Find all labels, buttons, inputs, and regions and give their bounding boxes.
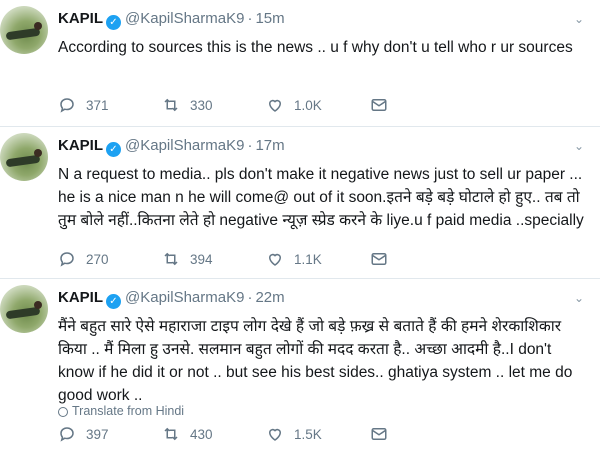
like-icon bbox=[268, 99, 282, 112]
tweet-text: N a request to media.. pls don't make it… bbox=[58, 166, 584, 229]
display-name[interactable]: KAPIL bbox=[58, 289, 103, 306]
avatar[interactable] bbox=[0, 285, 48, 333]
avatar[interactable] bbox=[0, 6, 48, 54]
avatar[interactable] bbox=[0, 133, 48, 181]
display-name[interactable]: KAPIL bbox=[58, 137, 103, 154]
tweet-text: According to sources this is the news ..… bbox=[58, 39, 573, 56]
message-icon bbox=[371, 253, 387, 265]
message-icon bbox=[371, 428, 387, 440]
tweet-header: KAPIL ✓ @KapilSharmaK9 · 15m bbox=[58, 10, 285, 30]
chevron-down-icon[interactable]: ⌄ bbox=[572, 139, 586, 153]
verified-badge-icon: ✓ bbox=[106, 15, 121, 30]
retweet-count: 394 bbox=[190, 251, 213, 267]
tweet[interactable]: KAPIL ✓ @KapilSharmaK9 · 17m ⌄ N a request t… bbox=[0, 127, 600, 279]
retweet-icon bbox=[164, 252, 178, 266]
like-button[interactable]: 1.5K bbox=[266, 425, 370, 443]
timestamp[interactable]: 22m bbox=[255, 289, 284, 306]
timestamp[interactable]: 17m bbox=[255, 137, 284, 154]
verified-badge-icon: ✓ bbox=[106, 294, 121, 309]
retweet-icon bbox=[164, 427, 178, 441]
tweet-header: KAPIL ✓ @KapilSharmaK9 · 17m bbox=[58, 137, 285, 157]
tweet[interactable]: KAPIL ✓ @KapilSharmaK9 · 15m ⌄ According to … bbox=[0, 0, 600, 127]
separator-dot: · bbox=[247, 10, 253, 27]
message-button[interactable] bbox=[370, 425, 474, 443]
reply-button[interactable]: 270 bbox=[58, 250, 162, 268]
retweet-count: 430 bbox=[190, 426, 213, 442]
user-handle[interactable]: @KapilSharmaK9 bbox=[125, 137, 244, 154]
tweet-actions: 270 394 1.1K bbox=[58, 249, 474, 269]
translate-label: Translate from Hindi bbox=[72, 404, 185, 418]
like-icon bbox=[268, 253, 282, 266]
reply-icon bbox=[60, 427, 74, 442]
display-name[interactable]: KAPIL bbox=[58, 10, 103, 27]
retweet-button[interactable]: 394 bbox=[162, 250, 266, 268]
tweet[interactable]: KAPIL ✓ @KapilSharmaK9 · 22m ⌄ मैंने बहुत सा… bbox=[0, 279, 600, 450]
chevron-down-icon[interactable]: ⌄ bbox=[572, 291, 586, 305]
tweet-actions: 397 430 1.5K bbox=[58, 424, 474, 444]
retweet-icon bbox=[164, 98, 178, 112]
translate-link[interactable]: Translate from Hindi bbox=[58, 404, 184, 418]
tweet-header: KAPIL ✓ @KapilSharmaK9 · 22m bbox=[58, 289, 285, 309]
reply-icon bbox=[60, 98, 74, 113]
like-count: 1.0K bbox=[294, 97, 322, 113]
timestamp[interactable]: 15m bbox=[255, 10, 284, 27]
like-count: 1.1K bbox=[294, 251, 322, 267]
like-count: 1.5K bbox=[294, 426, 322, 442]
tweet-text: मैंने बहुत सारे ऐसे महाराजा टाइप लोग देख… bbox=[58, 318, 573, 404]
message-button[interactable] bbox=[370, 250, 474, 268]
chevron-down-icon[interactable]: ⌄ bbox=[572, 12, 586, 26]
tweet-actions: 371 330 1.0K bbox=[58, 95, 474, 115]
user-handle[interactable]: @KapilSharmaK9 bbox=[125, 10, 244, 27]
like-icon bbox=[268, 428, 282, 441]
reply-button[interactable]: 397 bbox=[58, 425, 162, 443]
message-button[interactable] bbox=[370, 96, 474, 114]
tweet-feed: KAPIL ✓ @KapilSharmaK9 · 15m ⌄ According to … bbox=[0, 0, 600, 450]
reply-count: 371 bbox=[86, 97, 109, 113]
reply-icon bbox=[60, 252, 74, 267]
verified-badge-icon: ✓ bbox=[106, 142, 121, 157]
like-button[interactable]: 1.0K bbox=[266, 96, 370, 114]
reply-button[interactable]: 371 bbox=[58, 96, 162, 114]
message-icon bbox=[371, 99, 387, 111]
retweet-button[interactable]: 430 bbox=[162, 425, 266, 443]
reply-count: 397 bbox=[86, 426, 109, 442]
retweet-count: 330 bbox=[190, 97, 213, 113]
retweet-button[interactable]: 330 bbox=[162, 96, 266, 114]
reply-count: 270 bbox=[86, 251, 109, 267]
separator-dot: · bbox=[247, 289, 253, 306]
user-handle[interactable]: @KapilSharmaK9 bbox=[125, 289, 244, 306]
separator-dot: · bbox=[247, 137, 253, 154]
globe-icon bbox=[58, 407, 68, 417]
like-button[interactable]: 1.1K bbox=[266, 250, 370, 268]
